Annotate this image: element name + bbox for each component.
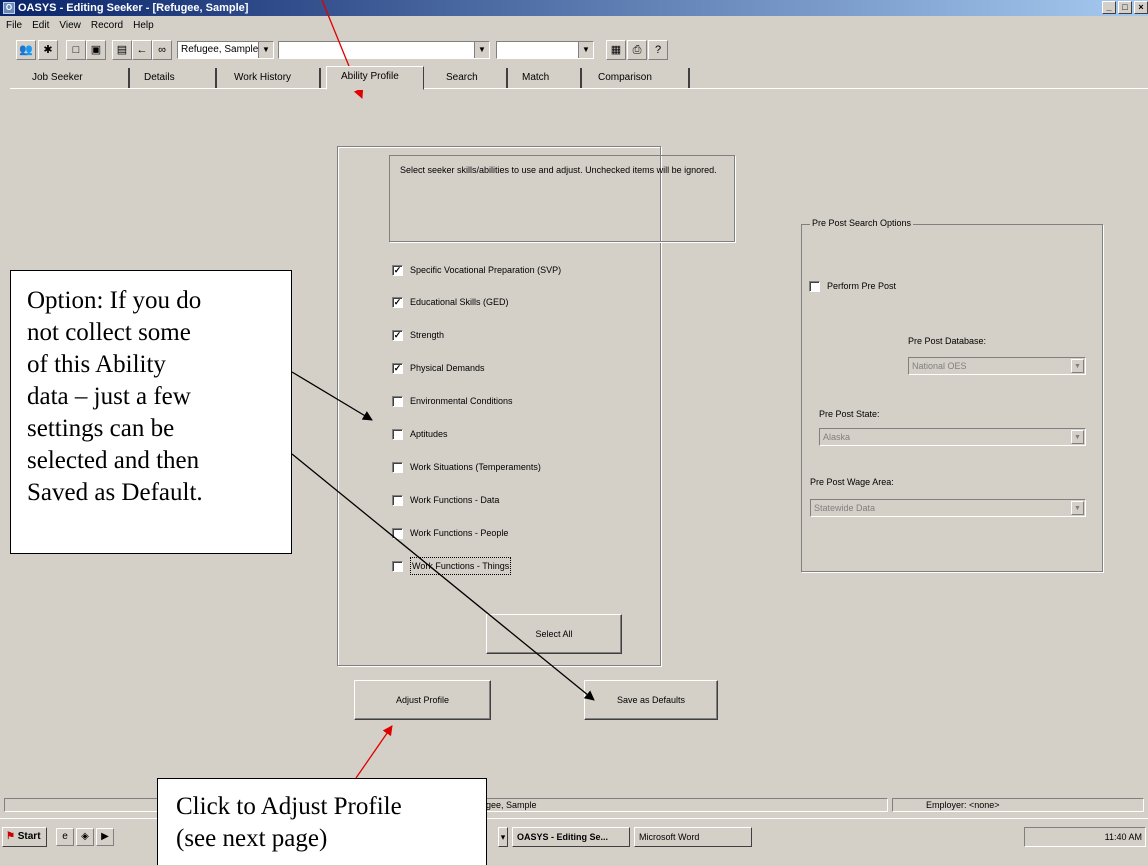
annotation-arrows bbox=[291, 0, 595, 779]
arrow-to-environmental bbox=[291, 371, 373, 421]
arrow-to-save-defaults bbox=[291, 453, 595, 701]
arrow-to-adjust-profile bbox=[355, 725, 393, 779]
tab-ability-profile[interactable]: Ability Profile bbox=[326, 66, 424, 90]
